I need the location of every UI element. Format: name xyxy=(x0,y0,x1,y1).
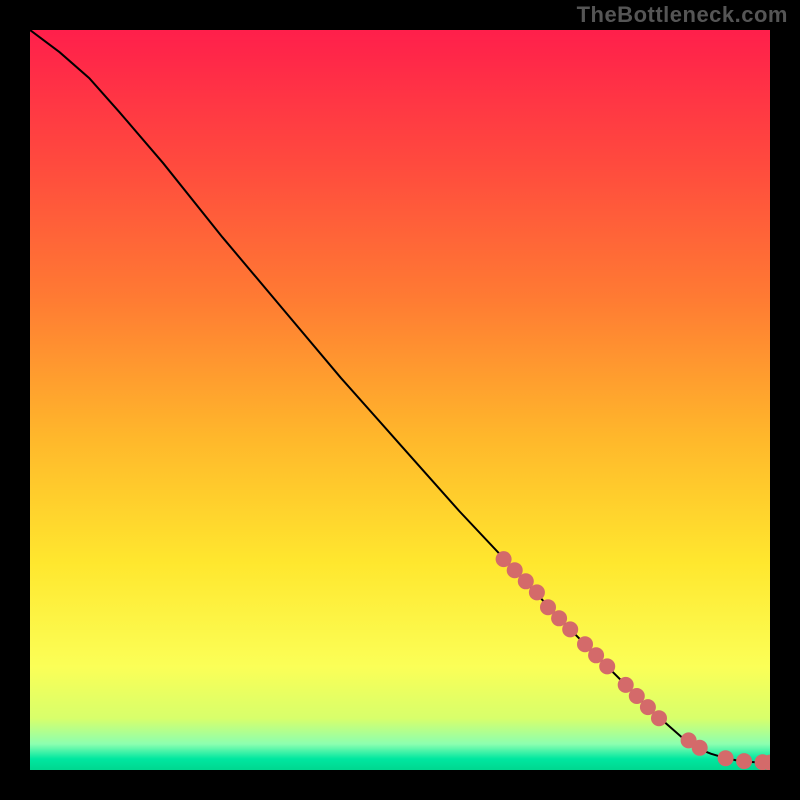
data-point xyxy=(651,710,667,726)
chart-frame: TheBottleneck.com xyxy=(0,0,800,800)
watermark-text: TheBottleneck.com xyxy=(577,2,788,28)
data-point xyxy=(599,658,615,674)
data-point xyxy=(562,621,578,637)
chart-svg xyxy=(30,30,770,770)
data-point xyxy=(692,740,708,756)
gradient-background xyxy=(30,30,770,770)
data-point xyxy=(718,750,734,766)
data-point xyxy=(736,753,752,769)
data-point xyxy=(529,584,545,600)
plot-area xyxy=(30,30,770,770)
